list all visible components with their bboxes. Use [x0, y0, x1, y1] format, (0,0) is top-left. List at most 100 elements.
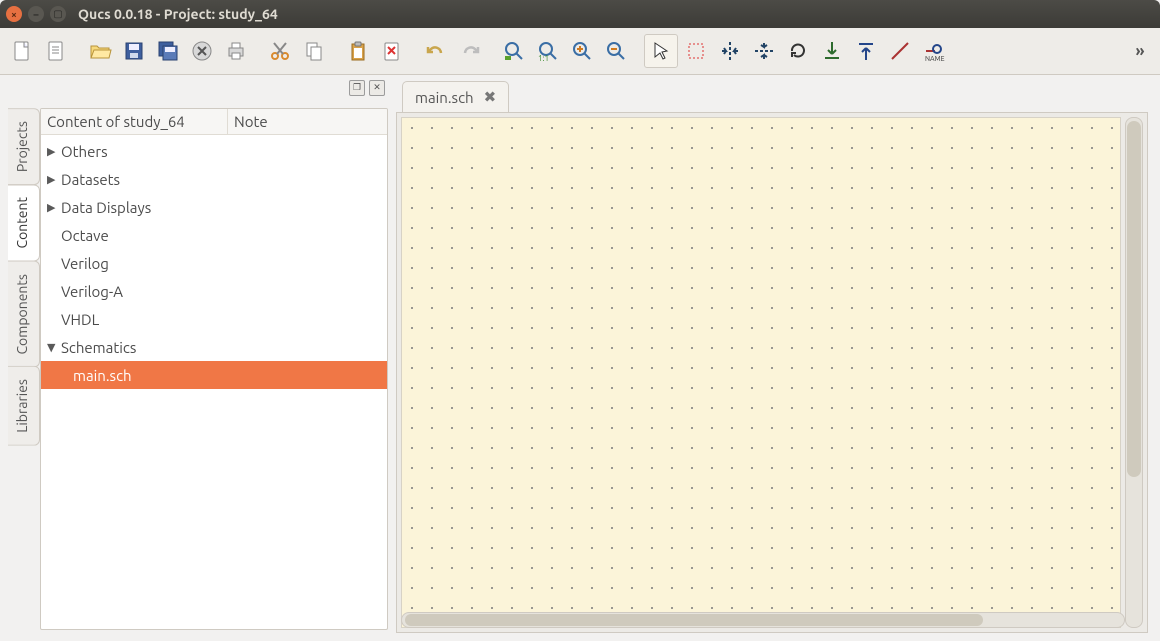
new-file-icon [10, 39, 34, 63]
mirror-v-button[interactable] [748, 35, 780, 67]
tree-item-label: Verilog [61, 255, 109, 272]
svg-text:1:1: 1:1 [538, 54, 549, 63]
redo-icon [458, 39, 482, 63]
window-minimize-button[interactable]: – [28, 6, 44, 22]
tree-item-label: Datasets [61, 171, 120, 188]
content-header-main[interactable]: Content of study_64 [41, 109, 228, 134]
close-file-button[interactable] [186, 35, 218, 67]
new-file-button[interactable] [6, 35, 38, 67]
vertical-scrollbar[interactable] [1125, 117, 1143, 628]
tree-item-label: Octave [61, 227, 109, 244]
panel-close-button[interactable]: ✕ [369, 80, 385, 96]
tree-item-label: main.sch [73, 367, 132, 384]
cursor-icon [649, 39, 673, 63]
zoom-fit-button[interactable] [498, 35, 530, 67]
select-rect-icon [684, 39, 708, 63]
side-tab-projects[interactable]: Projects [8, 108, 40, 185]
window-title: Qucs 0.0.18 - Project: study_64 [78, 6, 278, 22]
zoom-fit-icon [502, 39, 526, 63]
redo-button[interactable] [454, 35, 486, 67]
rotate-button[interactable] [782, 35, 814, 67]
wire-icon [888, 39, 912, 63]
content-tree-header: Content of study_64 Note [41, 109, 387, 135]
panel-restore-button[interactable]: ❐ [349, 80, 365, 96]
move-out-button[interactable] [850, 35, 882, 67]
cut-button[interactable] [264, 35, 296, 67]
wire-tool-button[interactable] [884, 35, 916, 67]
zoom-in-icon [570, 39, 594, 63]
horizontal-scrollbar[interactable] [401, 612, 1125, 628]
zoom-in-button[interactable] [566, 35, 598, 67]
tree-item-main-sch[interactable]: main.sch [41, 361, 387, 389]
zoom-out-icon [604, 39, 628, 63]
arrow-down-into-icon [820, 39, 844, 63]
side-tabstrip: Projects Content Components Libraries [8, 108, 40, 445]
scissors-icon [268, 39, 292, 63]
save-button[interactable] [118, 35, 150, 67]
copy-icon [302, 39, 326, 63]
new-text-button[interactable] [40, 35, 72, 67]
tree-item-label: Schematics [61, 339, 136, 356]
delete-button[interactable] [376, 35, 408, 67]
name-label-button[interactable]: NAME [918, 35, 950, 67]
tree-item-verilog[interactable]: ▶Verilog [41, 249, 387, 277]
copy-button[interactable] [298, 35, 330, 67]
save-all-icon [156, 39, 180, 63]
undo-icon [424, 39, 448, 63]
delete-x-icon [380, 39, 404, 63]
side-tab-libraries[interactable]: Libraries [8, 366, 40, 446]
select-rect-button[interactable] [680, 35, 712, 67]
mirror-h-icon [718, 39, 742, 63]
zoom-out-button[interactable] [600, 35, 632, 67]
paste-button[interactable] [342, 35, 374, 67]
new-text-icon [44, 39, 68, 63]
save-all-button[interactable] [152, 35, 184, 67]
clipboard-icon [346, 39, 370, 63]
rotate-icon [786, 39, 810, 63]
arrow-up-out-icon [854, 39, 878, 63]
tree-item-schematics[interactable]: ▼Schematics [41, 333, 387, 361]
svg-text:NAME: NAME [925, 55, 945, 63]
toolbar-overflow-button[interactable]: » [1126, 42, 1154, 60]
tree-item-octave[interactable]: ▶Octave [41, 221, 387, 249]
select-tool-button[interactable] [644, 34, 678, 68]
window-maximize-button[interactable]: ▢ [50, 6, 66, 22]
horizontal-scrollbar-thumb[interactable] [405, 614, 983, 626]
name-label-icon: NAME [922, 39, 946, 63]
tree-item-vhdl[interactable]: ▶VHDL [41, 305, 387, 333]
folder-open-icon [88, 39, 112, 63]
zoom-100-icon: 1:1 [536, 39, 560, 63]
content-tree-panel: Content of study_64 Note ▶Others ▶Datase… [40, 108, 388, 630]
content-tree: ▶Others ▶Datasets ▶Data Displays ▶Octave… [41, 135, 387, 389]
document-tab-main-sch[interactable]: main.sch ✖ [402, 81, 509, 113]
tree-item-label: Others [61, 143, 108, 160]
document-tab-close-button[interactable]: ✖ [484, 88, 497, 106]
window-titlebar: × – ▢ Qucs 0.0.18 - Project: study_64 [0, 0, 1160, 28]
main-toolbar: 1:1 NAME » [0, 28, 1160, 75]
open-button[interactable] [84, 35, 116, 67]
undo-button[interactable] [420, 35, 452, 67]
schematic-canvas-wrap [396, 112, 1148, 633]
print-button[interactable] [220, 35, 252, 67]
tree-item-label: VHDL [61, 311, 99, 328]
print-icon [224, 39, 248, 63]
mirror-h-button[interactable] [714, 35, 746, 67]
tree-item-label: Data Displays [61, 199, 151, 216]
mirror-v-icon [752, 39, 776, 63]
content-header-note[interactable]: Note [228, 109, 274, 134]
tree-item-label: Verilog-A [61, 283, 123, 300]
side-tab-components[interactable]: Components [8, 261, 40, 368]
tree-item-others[interactable]: ▶Others [41, 137, 387, 165]
document-tabstrip: main.sch ✖ [396, 80, 1148, 113]
window-close-button[interactable]: × [6, 6, 22, 22]
zoom-100-button[interactable]: 1:1 [532, 35, 564, 67]
tree-item-data-displays[interactable]: ▶Data Displays [41, 193, 387, 221]
panel-mini-controls: ❐ ✕ [50, 80, 387, 100]
tree-item-verilog-a[interactable]: ▶Verilog-A [41, 277, 387, 305]
tree-item-datasets[interactable]: ▶Datasets [41, 165, 387, 193]
schematic-canvas[interactable] [401, 117, 1121, 628]
move-into-button[interactable] [816, 35, 848, 67]
side-tab-content[interactable]: Content [8, 184, 40, 261]
save-icon [122, 39, 146, 63]
vertical-scrollbar-thumb[interactable] [1127, 121, 1141, 477]
